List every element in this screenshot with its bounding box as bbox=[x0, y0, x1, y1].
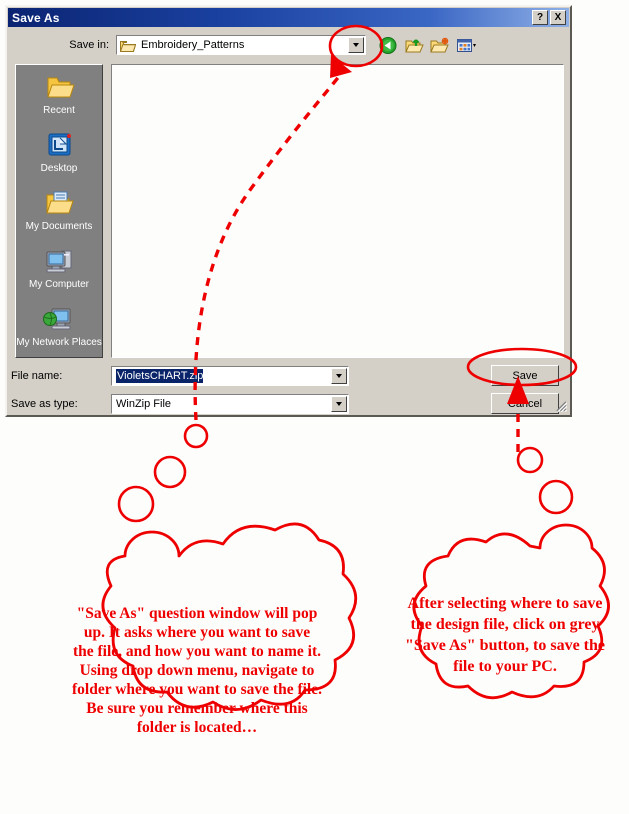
up-one-level-button[interactable] bbox=[404, 35, 425, 56]
sidebar-item-my-computer[interactable]: My Computer bbox=[16, 245, 102, 301]
left-thought-trail-circle-1 bbox=[183, 423, 209, 449]
left-thought-trail-circle-2 bbox=[153, 455, 187, 489]
sidebar-item-my-network-places[interactable]: My Network Places bbox=[16, 303, 102, 359]
save-in-row: Save in: Embroidery_Patterns bbox=[12, 33, 564, 57]
save-as-dialog: Save As ? X Save in: Embroidery_Patterns bbox=[5, 5, 572, 417]
recent-folder-icon bbox=[47, 77, 75, 98]
sidebar-item-label: My Computer bbox=[28, 279, 89, 290]
save-in-label: Save in: bbox=[69, 39, 109, 51]
right-thought-trail-circle-2 bbox=[538, 479, 574, 515]
save-in-combobox[interactable]: Embroidery_Patterns bbox=[116, 35, 366, 55]
chevron-down-icon bbox=[336, 401, 342, 406]
cancel-button[interactable]: Cancel bbox=[491, 393, 559, 414]
title-bar-buttons: ? X bbox=[532, 10, 569, 25]
chevron-down-icon bbox=[353, 43, 359, 47]
back-button[interactable] bbox=[378, 35, 399, 56]
file-name-input[interactable]: VioletsCHART.zip bbox=[111, 365, 349, 386]
save-as-type-label: Save as type: bbox=[11, 397, 78, 410]
views-button[interactable] bbox=[456, 35, 477, 56]
my-documents-icon bbox=[46, 191, 74, 214]
left-bubble-text: "Save As" question window will pop up. I… bbox=[72, 605, 322, 736]
sidebar-item-my-documents[interactable]: My Documents bbox=[16, 187, 102, 243]
sidebar-item-label: My Documents bbox=[25, 221, 93, 232]
close-button[interactable]: X bbox=[550, 10, 566, 25]
file-name-label: File name: bbox=[11, 369, 63, 382]
save-button-label: Save bbox=[512, 369, 538, 382]
resize-grip[interactable] bbox=[553, 398, 567, 412]
places-bar: Recent Desktop My Documents My Computer … bbox=[15, 64, 103, 358]
my-computer-icon bbox=[46, 250, 72, 273]
create-new-folder-button[interactable] bbox=[430, 35, 451, 56]
question-mark-icon: ? bbox=[536, 12, 544, 23]
sidebar-item-label: Desktop bbox=[40, 163, 78, 174]
open-folder-icon bbox=[120, 40, 136, 52]
chevron-down-icon bbox=[336, 373, 342, 378]
close-x-icon: X bbox=[554, 12, 562, 23]
file-name-value: VioletsCHART.zip bbox=[116, 368, 204, 383]
sidebar-item-label: Recent bbox=[43, 105, 75, 116]
save-as-type-dropdown-arrow[interactable] bbox=[331, 395, 347, 412]
file-name-dropdown-arrow[interactable] bbox=[331, 367, 347, 384]
network-places-icon bbox=[43, 308, 71, 330]
chevron-down-icon bbox=[473, 43, 476, 47]
save-as-type-row: Save as type: WinZip File bbox=[11, 393, 349, 414]
file-name-row: File name: VioletsCHART.zip bbox=[11, 365, 349, 386]
help-button[interactable]: ? bbox=[532, 10, 548, 25]
cancel-button-label: Cancel bbox=[507, 397, 543, 410]
left-thought-trail-circle-3 bbox=[117, 485, 155, 523]
save-in-value: Embroidery_Patterns bbox=[141, 39, 245, 51]
save-in-dropdown-arrow[interactable] bbox=[348, 37, 364, 53]
sidebar-item-desktop[interactable]: Desktop bbox=[16, 129, 102, 185]
save-as-type-combobox[interactable]: WinZip File bbox=[111, 393, 349, 414]
save-button[interactable]: Save bbox=[491, 365, 559, 386]
file-list-area[interactable] bbox=[111, 64, 564, 358]
right-bubble-text: After selecting where to save the design… bbox=[405, 595, 605, 675]
sidebar-item-recent[interactable]: Recent bbox=[16, 71, 102, 127]
save-as-type-value: WinZip File bbox=[116, 397, 172, 410]
title-bar[interactable]: Save As ? X bbox=[8, 8, 569, 27]
desktop-icon bbox=[48, 133, 71, 156]
right-thought-trail-circle-1 bbox=[516, 446, 544, 474]
window-title: Save As bbox=[12, 10, 60, 25]
sidebar-item-label: My Network Places bbox=[16, 337, 102, 348]
dialog-toolbar bbox=[378, 35, 477, 56]
